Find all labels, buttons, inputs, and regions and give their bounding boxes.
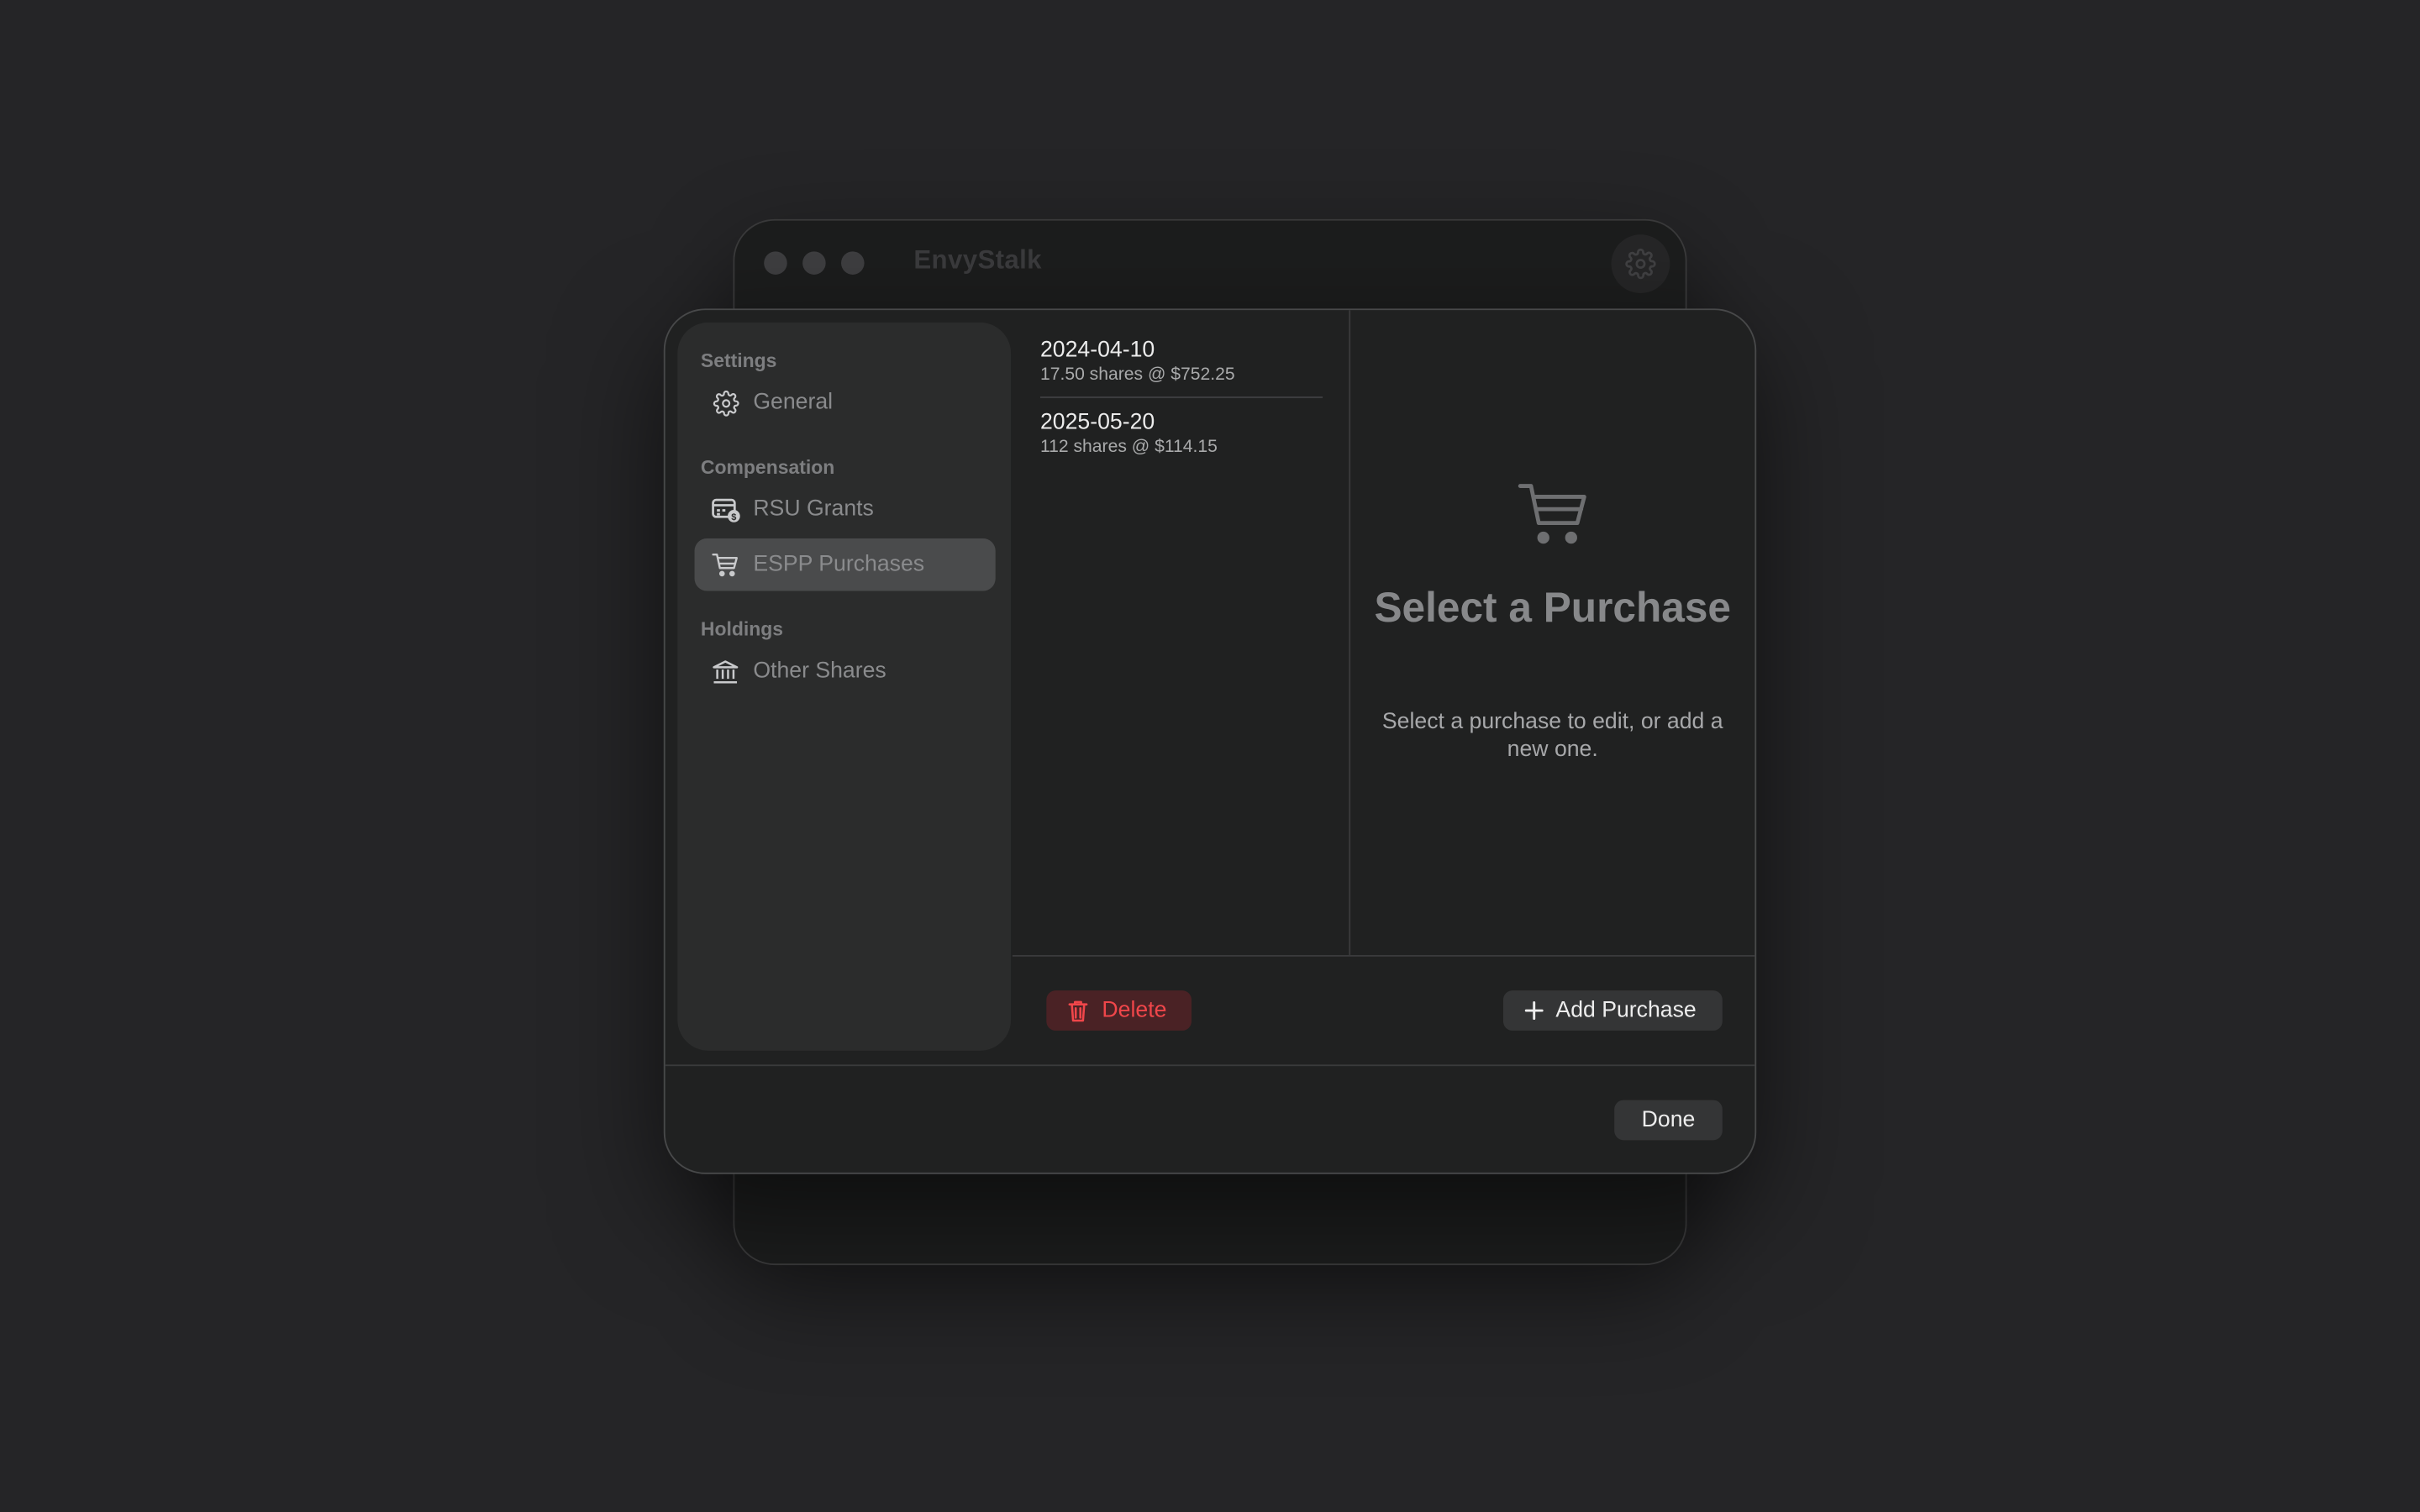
purchase-date: 2024-04-10 [1039, 338, 1155, 363]
cart-icon [710, 549, 741, 580]
sidebar-item-espp-purchases[interactable]: ESPP Purchases [694, 538, 996, 591]
delete-label: Delete [1102, 998, 1167, 1023]
gear-icon [1625, 248, 1656, 280]
delete-button[interactable]: Delete [1046, 990, 1192, 1031]
purchase-detail: 112 shares @ $114.15 [1039, 438, 1218, 457]
sidebar-item-label: RSU Grants [753, 496, 874, 522]
empty-state-title: Select a Purchase [1374, 585, 1732, 632]
section-label-holdings: Holdings [700, 618, 784, 641]
plus-icon [1524, 1001, 1544, 1021]
cart-icon [1518, 484, 1586, 544]
gear-icon [710, 387, 741, 418]
list-item[interactable]: 2024-04-10 17.50 shares @ $752.25 [1040, 338, 1323, 384]
sidebar-item-label: ESPP Purchases [753, 552, 925, 577]
app-title: EnvyStalk [913, 245, 1042, 275]
empty-state-subtitle: Select a purchase to edit, or add a new … [1381, 709, 1723, 762]
bank-icon [710, 656, 741, 687]
zoom-window-button[interactable] [841, 251, 865, 275]
app-settings-button[interactable] [1611, 234, 1670, 293]
calendar-badge-icon: $ [710, 494, 741, 525]
footer-divider [665, 1064, 1755, 1067]
sidebar-item-label: General [753, 390, 834, 416]
detail-pane: Select a Purchase Select a purchase to e… [1350, 310, 1754, 955]
sidebar-item-label: Other Shares [753, 659, 886, 684]
list-item[interactable]: 2025-05-20 112 shares @ $114.15 [1040, 411, 1323, 457]
done-button[interactable]: Done [1614, 1100, 1723, 1141]
purchase-date: 2025-05-20 [1039, 410, 1155, 435]
sidebar-item-rsu-grants[interactable]: $ RSU Grants [695, 483, 996, 535]
section-label-settings: Settings [700, 349, 777, 372]
sidebar-item-other-shares[interactable]: Other Shares [695, 645, 996, 697]
add-purchase-label: Add Purchase [1555, 998, 1697, 1023]
close-window-button[interactable] [764, 251, 787, 275]
trash-icon [1068, 1000, 1088, 1021]
sidebar-item-general[interactable]: General [695, 376, 996, 428]
add-purchase-button[interactable]: Add Purchase [1502, 990, 1723, 1031]
section-label-compensation: Compensation [700, 456, 835, 479]
sidebar: Settings General Compensation $ RSU Gran… [677, 322, 1012, 1051]
settings-sheet: Settings General Compensation $ RSU Gran… [665, 310, 1755, 1173]
list-divider [1039, 396, 1323, 398]
purchase-list: 2024-04-10 17.50 shares @ $752.25 2025-0… [1013, 310, 1351, 955]
svg-text:$: $ [730, 512, 735, 522]
divider [1012, 954, 1755, 957]
minimize-window-button[interactable] [802, 251, 826, 275]
purchase-detail: 17.50 shares @ $752.25 [1039, 365, 1235, 385]
